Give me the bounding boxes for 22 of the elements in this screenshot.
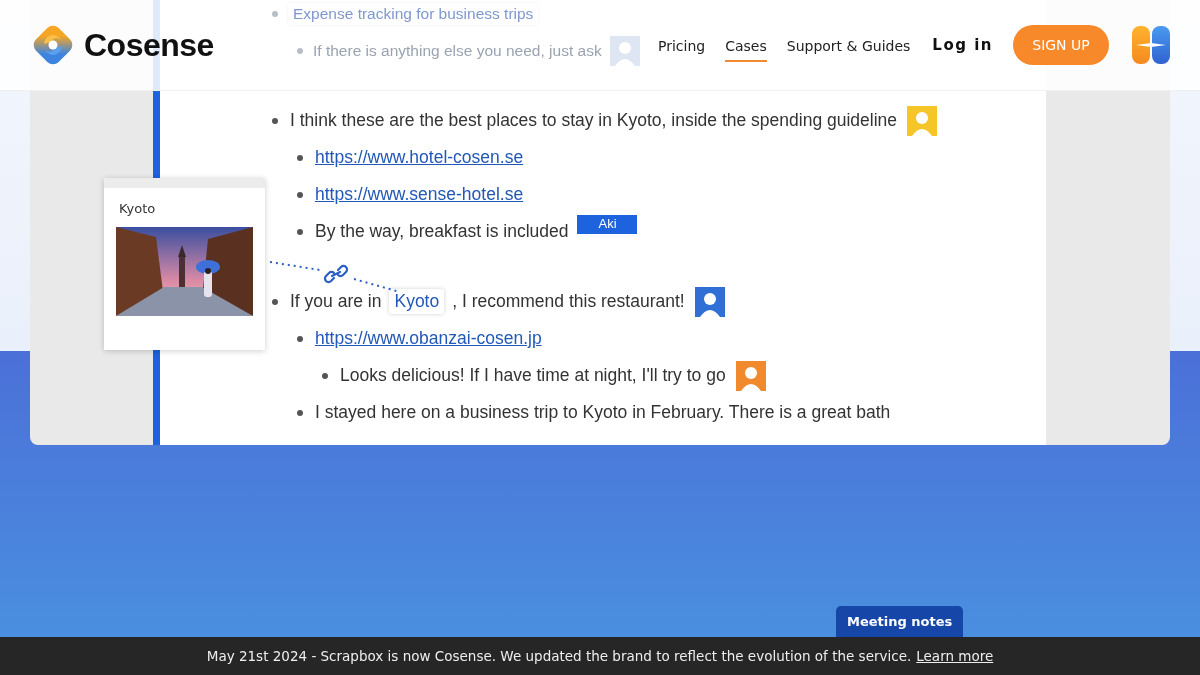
link[interactable]: https://www.hotel-cosen.se <box>315 147 524 168</box>
announcement-text: May 21st 2024 - Scrapbox is now Cosense. We updated the brand to reflect the evolution of the service. <box>206 648 912 664</box>
learn-more-link[interactable]: Learn more <box>916 648 994 664</box>
nav-link[interactable]: Support & Guides <box>786 32 911 62</box>
nav-link[interactable]: Cases <box>725 32 767 62</box>
bullet-text: If you are in <box>290 291 382 312</box>
logo-text[interactable]: Cosense <box>84 26 214 64</box>
notes-badge: Meeting notes <box>836 606 964 637</box>
link[interactable]: https://www.obanzai-cosen.jp <box>315 328 542 349</box>
bullet-text: If there is anything else you need, just ask <box>313 41 602 60</box>
bullet-text: By the way, breakfast is included <box>315 221 569 242</box>
bullet-text: I stayed here on a business trip to Kyoto in February. There is a great bath <box>315 402 891 423</box>
user-cursor-label: Aki <box>576 215 637 234</box>
login-link[interactable]: Log in <box>932 36 993 54</box>
bullet-text: , I recommend this restaurant! <box>452 291 685 312</box>
page-card[interactable]: Kyoto <box>104 178 265 350</box>
nav-link[interactable]: Pricing <box>658 32 706 62</box>
link[interactable]: https://www.sense-hotel.se <box>315 184 524 205</box>
bullet-text: Looks delicious! If I have time at night, I'll try to go <box>340 365 726 386</box>
bullet-text: I think these are the best places to stay in Kyoto, inside the spending guideline <box>290 110 898 131</box>
page-card-title: Kyoto <box>119 201 157 216</box>
page-link[interactable]: Kyoto <box>389 289 445 314</box>
